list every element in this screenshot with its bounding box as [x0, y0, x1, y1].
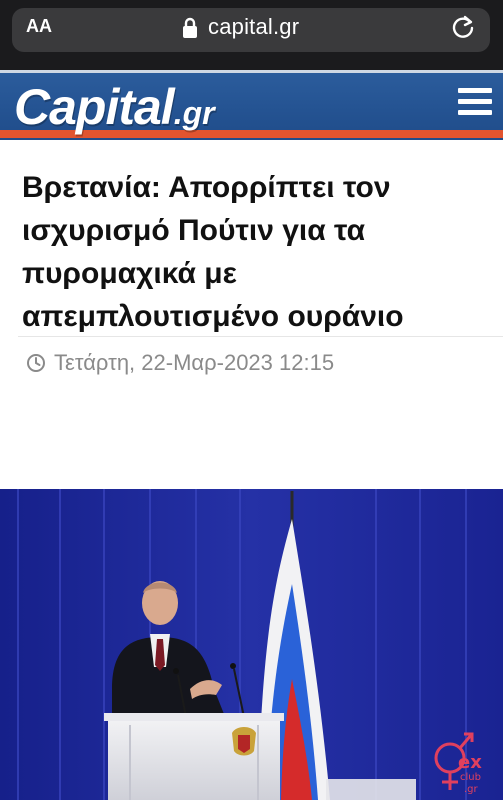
clock-icon [27, 354, 45, 372]
logo-suffix: .gr [173, 95, 215, 131]
reload-icon[interactable] [450, 14, 476, 40]
svg-text:club: club [460, 772, 481, 783]
svg-text:ex: ex [458, 752, 482, 773]
svg-text:.gr: .gr [464, 784, 479, 795]
text-size-button[interactable]: AA [26, 16, 52, 37]
date-text: Τετάρτη, 22-Μαρ-2023 12:15 [54, 350, 335, 375]
article-headline: Βρετανία: Απορρίπτει τον ισχυρισμό Πούτι… [22, 171, 404, 333]
divider [18, 336, 503, 337]
watermark-logo: ex club .gr [434, 732, 482, 795]
lock-icon [183, 17, 197, 38]
url-text[interactable]: capital.gr [208, 14, 299, 40]
hamburger-menu-icon[interactable] [458, 88, 492, 116]
site-logo[interactable]: Capital.gr [14, 78, 215, 136]
browser-toolbar: AA capital.gr [0, 0, 503, 70]
